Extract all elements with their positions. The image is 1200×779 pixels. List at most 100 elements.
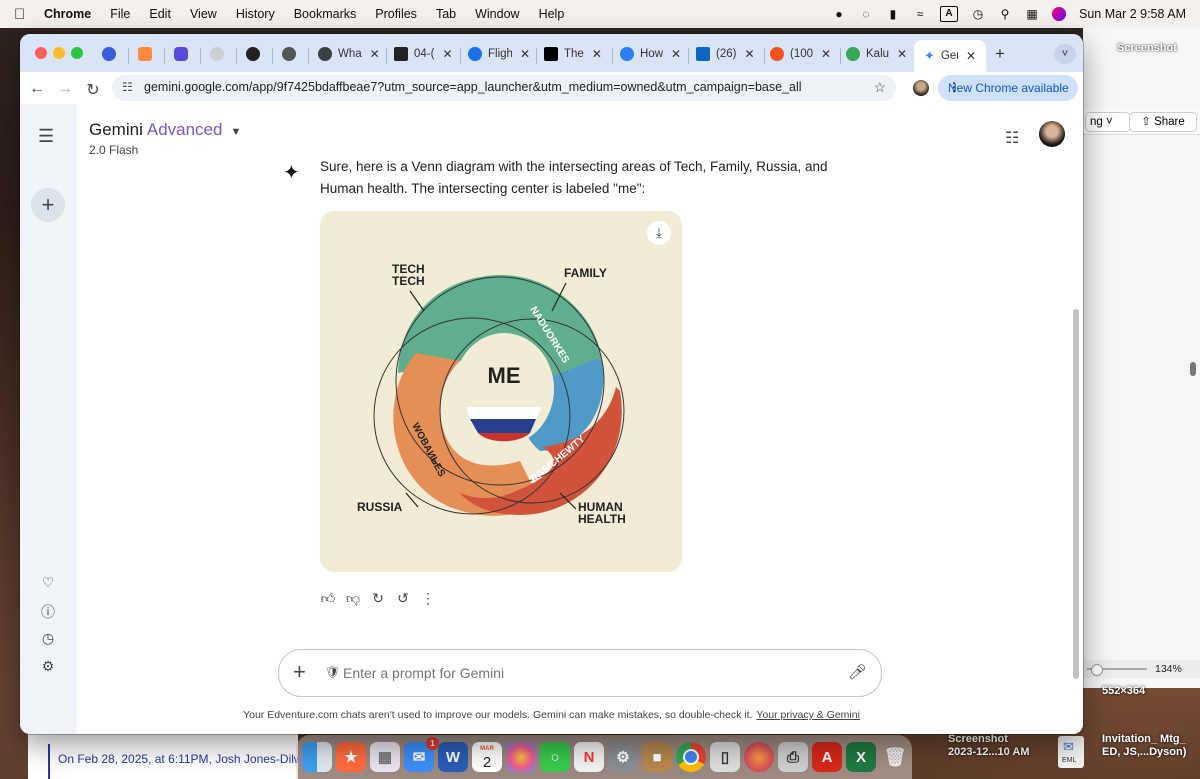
url-text[interactable]: gemini.google.com/app/9f7425bdaffbeae7?u… bbox=[144, 80, 802, 94]
menu-view[interactable]: View bbox=[190, 7, 217, 21]
apple-icon[interactable]:  bbox=[14, 6, 30, 23]
gems-icon[interactable]: ♡ bbox=[39, 574, 57, 591]
menu-tab[interactable]: Tab bbox=[436, 7, 456, 21]
messages-icon[interactable]: ○ bbox=[540, 742, 570, 772]
tab-0[interactable] bbox=[102, 40, 122, 68]
tab-close-icon[interactable]: ✕ bbox=[966, 49, 976, 63]
menu-profiles[interactable]: Profiles bbox=[375, 7, 417, 21]
forward-icon[interactable]: → bbox=[56, 80, 74, 98]
menu-file[interactable]: File bbox=[110, 7, 130, 21]
desktop-screenshot-label[interactable]: Screenshot bbox=[1117, 42, 1177, 54]
menu-clock[interactable]: Sun Mar 2 9:58 AM bbox=[1079, 7, 1186, 21]
finder-icon[interactable] bbox=[302, 742, 332, 772]
background-scroll-thumb[interactable] bbox=[1190, 362, 1196, 376]
prompt-input[interactable] bbox=[341, 660, 825, 686]
help-icon[interactable]: ⓘ bbox=[39, 602, 57, 622]
tab-9[interactable]: The ✕ bbox=[544, 40, 606, 68]
menu-edit[interactable]: Edit bbox=[149, 7, 171, 21]
generated-image[interactable]: TECH TECH FAMILY RUSSIA HUMAN HEALTH ME … bbox=[320, 211, 682, 572]
model-dropdown-icon[interactable]: ▼ bbox=[230, 126, 241, 138]
tab-7[interactable]: 04-(✕ bbox=[394, 40, 454, 68]
tab-close-icon[interactable]: ✕ bbox=[592, 47, 602, 61]
acrobat-icon[interactable]: A bbox=[812, 742, 842, 772]
tab-10[interactable]: How ✕ bbox=[620, 40, 682, 68]
activity-icon[interactable]: ◷ bbox=[39, 630, 57, 647]
zoom-window-button[interactable] bbox=[71, 47, 83, 59]
launchpad-icon[interactable]: ▦ bbox=[370, 742, 400, 772]
control-center-icon[interactable]: ▦ bbox=[1025, 7, 1039, 21]
bookmark-star-icon[interactable]: ☆ bbox=[873, 79, 886, 96]
eml-file-icon[interactable]: ✉ EML bbox=[1058, 736, 1084, 768]
share-response-icon[interactable]: ↺ bbox=[395, 590, 411, 607]
tab-4[interactable] bbox=[246, 40, 266, 68]
tab-3[interactable] bbox=[210, 40, 230, 68]
menu-window[interactable]: Window bbox=[475, 7, 519, 21]
tab-close-icon[interactable]: ✕ bbox=[370, 47, 380, 61]
drop-icon[interactable]: ● bbox=[832, 7, 846, 21]
thumbs-up-icon[interactable]: 👍︎ bbox=[320, 590, 336, 607]
firefox-icon[interactable] bbox=[744, 742, 774, 772]
tab-close-icon[interactable]: ✕ bbox=[671, 47, 681, 61]
focus-icon[interactable]: ◌ bbox=[859, 7, 873, 21]
tab-11[interactable]: (26) ✕ bbox=[696, 40, 762, 68]
siri-icon[interactable] bbox=[1051, 7, 1066, 21]
system-settings-icon[interactable]: ⚙ bbox=[608, 742, 638, 772]
chrome-profile-avatar[interactable] bbox=[913, 80, 929, 96]
close-window-button[interactable] bbox=[35, 47, 47, 59]
chrome-update-button[interactable]: New Chrome available ⋮ bbox=[938, 75, 1078, 101]
site-info-icon[interactable]: ☷ bbox=[122, 80, 133, 94]
tab-1[interactable] bbox=[138, 40, 158, 68]
chrome-icon[interactable] bbox=[676, 742, 706, 772]
calendar-icon[interactable]: MAR 2 bbox=[472, 742, 502, 772]
printer-icon[interactable]: ⎙ bbox=[778, 742, 808, 772]
more-options-icon[interactable]: ⋮ bbox=[420, 590, 436, 607]
menu-bookmarks[interactable]: Bookmarks bbox=[294, 7, 357, 21]
wifi-icon[interactable]: ≈ bbox=[913, 7, 927, 21]
battery-icon[interactable]: ▮ bbox=[886, 7, 900, 21]
time-machine-icon[interactable]: ◷ bbox=[971, 7, 985, 21]
thumbs-down-icon[interactable]: 👎︎ bbox=[345, 590, 361, 607]
gemini-header[interactable]: Gemini Advanced ▼ 2.0 Flash bbox=[89, 120, 241, 157]
tab-close-icon[interactable]: ✕ bbox=[442, 47, 452, 61]
add-attachment-icon[interactable]: + bbox=[293, 659, 306, 685]
tab-close-icon[interactable]: ✕ bbox=[744, 47, 754, 61]
tab-close-icon[interactable]: ✕ bbox=[821, 47, 831, 61]
background-dropdown[interactable]: ng ˅ bbox=[1085, 112, 1131, 132]
account-avatar[interactable] bbox=[1039, 121, 1065, 147]
reload-icon[interactable]: ↻ bbox=[84, 80, 102, 100]
tab-5[interactable] bbox=[282, 40, 302, 68]
launch-icon[interactable]: ★ bbox=[336, 742, 366, 772]
desktop-file-invitation[interactable]: Invitation_ Mtg_ ED, JS,...Dyson) bbox=[1102, 733, 1198, 759]
background-share-button[interactable]: ⇧ Share bbox=[1129, 112, 1197, 132]
minimize-window-button[interactable] bbox=[53, 47, 65, 59]
phone-mirror-icon[interactable]: ▯ bbox=[710, 742, 740, 772]
new-tab-button[interactable]: + bbox=[995, 44, 1005, 64]
new-chat-button[interactable]: + bbox=[31, 188, 65, 222]
privacy-link[interactable]: Your privacy & Gemini bbox=[756, 709, 860, 721]
zoom-knob[interactable] bbox=[1091, 664, 1103, 676]
input-source-icon[interactable]: A bbox=[939, 6, 958, 22]
more-menu-icon[interactable]: ⋮ bbox=[948, 80, 1070, 94]
google-apps-icon[interactable]: ☷ bbox=[1005, 128, 1019, 148]
download-icon[interactable]: ⤓ bbox=[647, 221, 671, 245]
trash-icon[interactable]: 🗑 bbox=[880, 742, 910, 772]
hamburger-menu-icon[interactable]: ☰ bbox=[38, 126, 54, 147]
microphone-icon[interactable]: 🎤︎ bbox=[848, 663, 867, 681]
tab-13[interactable]: Kalu ✕ bbox=[846, 40, 908, 68]
desktop-file-screenshot[interactable]: Screenshot 2023-12...10 AM bbox=[948, 733, 1038, 759]
tab-8[interactable]: Fligh ✕ bbox=[468, 40, 530, 68]
tab-close-icon[interactable]: ✕ bbox=[520, 47, 530, 61]
settings-icon[interactable]: ⚙ bbox=[39, 658, 57, 675]
tab-6[interactable]: Wha ✕ bbox=[318, 40, 380, 68]
word-icon[interactable]: W bbox=[438, 742, 468, 772]
tab-12[interactable]: (100 ✕ bbox=[770, 40, 836, 68]
news-icon[interactable]: N bbox=[574, 742, 604, 772]
menu-history[interactable]: History bbox=[236, 7, 275, 21]
app-icon[interactable]: ■ bbox=[642, 742, 672, 772]
tab-close-icon[interactable]: ✕ bbox=[897, 47, 907, 61]
tab-search-button[interactable]: ˅ bbox=[1054, 44, 1076, 64]
tab-2[interactable] bbox=[174, 40, 194, 68]
menu-app-name[interactable]: Chrome bbox=[44, 7, 91, 21]
regenerate-icon[interactable]: ↻ bbox=[370, 590, 386, 607]
page-scrollbar[interactable] bbox=[1073, 309, 1079, 679]
